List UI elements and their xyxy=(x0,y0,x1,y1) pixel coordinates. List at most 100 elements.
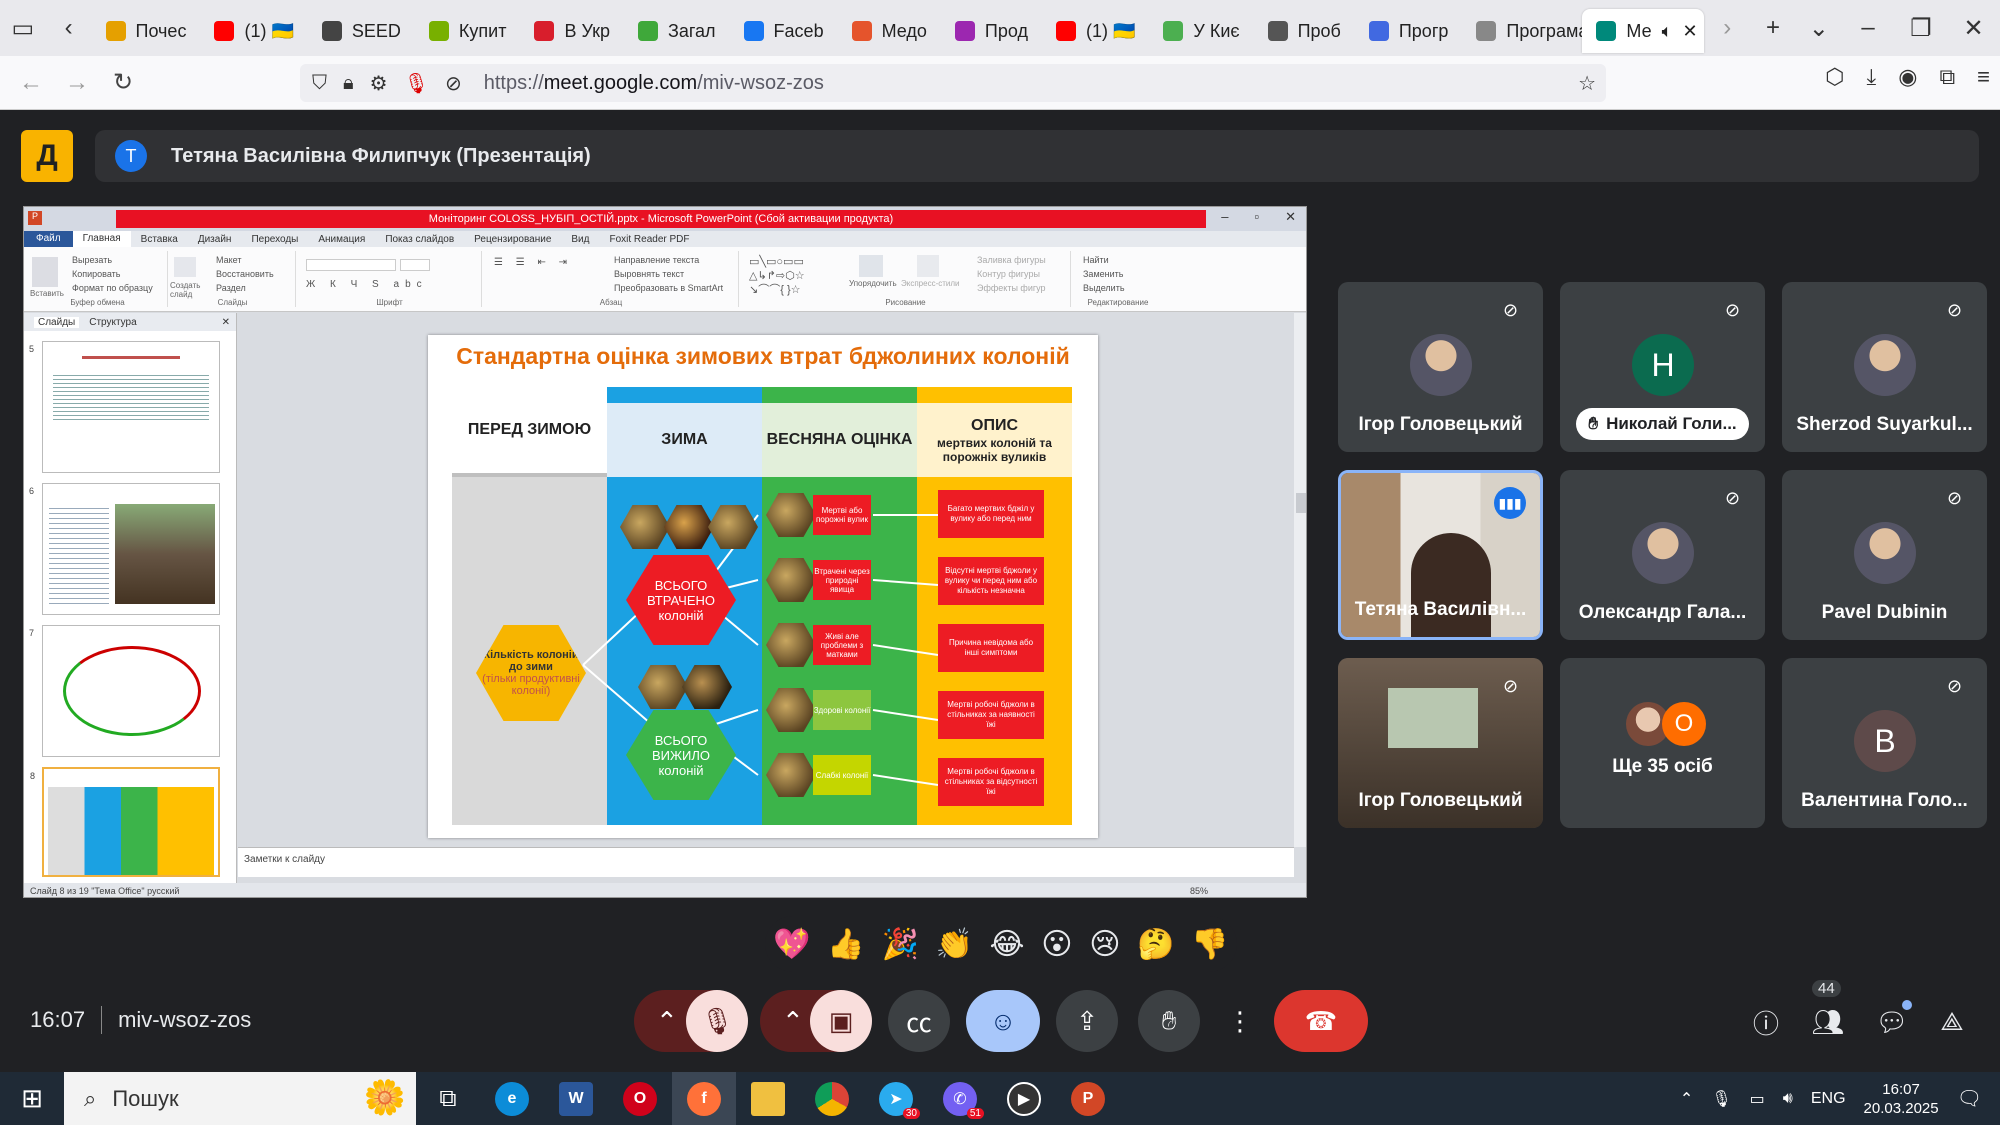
quick-styles-label[interactable]: Экспресс-стили xyxy=(901,279,960,288)
participant-tile[interactable]: ⊘ Олександр Гала... xyxy=(1560,470,1765,640)
ribbon-command[interactable]: Выделить xyxy=(1073,281,1125,295)
ribbon-command[interactable]: Заменить xyxy=(1073,267,1125,281)
clock[interactable]: 16:07 20.03.2025 xyxy=(1864,1080,1939,1118)
quick-styles-icon[interactable] xyxy=(917,255,939,277)
tab[interactable]: Прод xyxy=(941,9,1042,53)
list-buttons[interactable]: ☰ ☰ ⇤ ⇥ xyxy=(494,257,572,268)
ribbon-command[interactable]: Найти xyxy=(1073,253,1125,267)
powerpoint-taskbar-icon[interactable]: P xyxy=(1056,1072,1120,1125)
mic-off-button[interactable]: 🎙︎ xyxy=(686,990,748,1052)
more-options-button[interactable]: ⋮ xyxy=(1220,990,1260,1052)
ribbon-command[interactable]: Заливка фигуры xyxy=(967,253,1046,267)
ribbon-command[interactable]: Макет xyxy=(206,253,274,267)
task-view-icon[interactable]: ⧉ xyxy=(416,1072,480,1125)
reaction-emoji[interactable]: 💖 xyxy=(773,927,810,962)
ribbon-command[interactable]: Вырезать xyxy=(62,253,153,267)
tab-active[interactable]: Ме 🔈︎ ✕ xyxy=(1582,9,1705,53)
ribbon-command[interactable]: Направление текста xyxy=(604,253,723,267)
pp-tab[interactable]: Дизайн xyxy=(188,234,242,245)
tab[interactable]: Медо xyxy=(838,9,941,53)
restore-icon[interactable]: ❐ xyxy=(1894,0,1947,56)
slide-thumbnail-selected[interactable]: 8 xyxy=(30,767,220,877)
chat-icon[interactable]: 💬︎ xyxy=(1872,1000,1912,1042)
extensions-icon[interactable]: ⧉ xyxy=(1939,64,1955,90)
camera-blocked-icon[interactable]: ⊘ xyxy=(445,71,462,96)
shapes-gallery[interactable]: ▭╲▭○▭▭ △↳↱⇨⬡☆ ↘⌒⌒{ }☆ xyxy=(749,255,849,297)
tab[interactable]: (1) 🇺🇦 xyxy=(1042,9,1149,53)
reaction-emoji[interactable]: 👍 xyxy=(827,927,864,962)
tab[interactable]: Купит xyxy=(415,9,521,53)
participant-tile[interactable]: ▮▮▮ Тетяна Василівн... xyxy=(1338,470,1543,640)
tab[interactable]: Faceb xyxy=(730,9,838,53)
reload-icon[interactable]: ↻ xyxy=(100,60,146,106)
vertical-scrollbar[interactable] xyxy=(1294,313,1306,847)
leave-call-button[interactable]: ☎︎ xyxy=(1274,990,1368,1052)
pp-restore-icon[interactable]: ▫ xyxy=(1254,209,1259,225)
notifications-icon[interactable]: 🗨︎ xyxy=(1957,1086,1982,1111)
reaction-emoji[interactable]: 🎉 xyxy=(881,927,918,962)
back-icon[interactable]: ← xyxy=(8,60,54,106)
ribbon-command[interactable]: Выровнять текст xyxy=(604,267,723,281)
captions-button[interactable]: ㏄ xyxy=(888,990,950,1052)
tray-overflow-icon[interactable]: ⌃ xyxy=(1680,1089,1693,1109)
list-all-tabs-icon[interactable]: ⌄ xyxy=(1796,0,1842,56)
slide-thumbnail[interactable]: 6 xyxy=(29,483,220,615)
file-explorer-icon[interactable] xyxy=(736,1072,800,1125)
reaction-emoji[interactable]: 😢 xyxy=(1089,927,1120,962)
pp-tab[interactable]: Главная xyxy=(72,231,131,247)
viber-icon[interactable]: ✆ 51 xyxy=(928,1072,992,1125)
tab[interactable]: Прогр xyxy=(1355,9,1463,53)
volume-icon[interactable]: 🔊︎ xyxy=(1783,1090,1793,1108)
tab[interactable]: SEED xyxy=(308,9,415,53)
reaction-emoji[interactable]: 😮 xyxy=(1041,927,1072,962)
font-format-buttons[interactable]: Ж К Ч S abc xyxy=(306,279,428,290)
tab-scroll-right-icon[interactable]: › xyxy=(1704,0,1750,56)
tab-scroll-left-icon[interactable]: ‹ xyxy=(46,0,92,56)
tab-list-icon[interactable]: ▭ xyxy=(0,0,46,56)
lock-icon[interactable]: 🔒︎ xyxy=(343,72,354,95)
permissions-icon[interactable]: ⚙ xyxy=(370,71,388,96)
ribbon-command[interactable]: Формат по образцу xyxy=(62,281,153,295)
media-player-icon[interactable]: ▶ xyxy=(992,1072,1056,1125)
people-icon[interactable]: 👥︎ 44 xyxy=(1808,980,1848,1042)
arrange-icon[interactable] xyxy=(859,255,883,277)
activities-icon[interactable]: ⟁ xyxy=(1932,1002,1972,1042)
url-bar[interactable]: ⛉ 🔒︎ ⚙ 🎙︎ ⊘ https://meet.google.com/miv-… xyxy=(300,64,1606,102)
participant-tile[interactable]: ⊘ Sherzod Suyarkul... xyxy=(1782,282,1987,452)
reaction-emoji[interactable]: 👎 xyxy=(1191,927,1228,962)
slide-thumbnail[interactable]: 5 xyxy=(29,341,220,473)
tab[interactable]: Проб xyxy=(1254,9,1355,53)
participant-tile[interactable]: ⊘ Ігор Головецький xyxy=(1338,658,1543,828)
pp-tab[interactable]: Файл xyxy=(24,231,73,247)
tray-mic-icon[interactable]: 🎙︎ xyxy=(1711,1089,1731,1109)
reaction-emoji[interactable]: 😂 xyxy=(990,927,1025,962)
slide-thumbnail[interactable]: 7 xyxy=(29,625,220,757)
presentation-banner[interactable]: T Тетяна Василівна Филипчук (Презентація… xyxy=(95,130,1979,182)
microphone-permission-icon[interactable]: 🎙︎ xyxy=(404,71,429,96)
chrome-icon[interactable] xyxy=(800,1072,864,1125)
pp-tab[interactable]: Foxit Reader PDF xyxy=(599,234,699,245)
pp-tab[interactable]: Показ слайдов xyxy=(375,234,464,245)
scrollbar-thumb[interactable] xyxy=(1296,493,1306,513)
font-name-box[interactable] xyxy=(306,259,396,271)
reaction-emoji[interactable]: 🤔 xyxy=(1137,927,1174,962)
tab-outline[interactable]: Структура xyxy=(89,317,136,328)
zoom-level[interactable]: 85% xyxy=(1190,883,1208,897)
participant-tile[interactable]: ⊘ Pavel Dubinin xyxy=(1782,470,1987,640)
meeting-details-icon[interactable]: ⓘ xyxy=(1746,1002,1786,1042)
pp-close-icon[interactable]: ✕ xyxy=(1285,209,1296,225)
notes-pane[interactable]: Заметки к слайду xyxy=(238,847,1294,877)
camera-off-button[interactable]: ▣ xyxy=(810,990,872,1052)
telegram-icon[interactable]: ➤ 30 xyxy=(864,1072,928,1125)
font-size-box[interactable] xyxy=(400,259,430,271)
ribbon-command[interactable]: Раздел xyxy=(206,281,274,295)
pp-tab[interactable]: Вставка xyxy=(131,234,188,245)
pp-tab[interactable]: Вид xyxy=(561,234,599,245)
windows-start-icon[interactable]: ⊞ xyxy=(0,1072,64,1125)
close-pane-icon[interactable]: ✕ xyxy=(222,317,236,328)
pp-tab[interactable]: Переходы xyxy=(241,234,308,245)
taskbar-search[interactable]: ⌕ Пошук 🌼 xyxy=(64,1072,416,1125)
participant-tile[interactable]: B ⊘ Валентина Голо... xyxy=(1782,658,1987,828)
tab[interactable]: Почес xyxy=(92,9,201,53)
tab[interactable]: Загал xyxy=(624,9,730,53)
